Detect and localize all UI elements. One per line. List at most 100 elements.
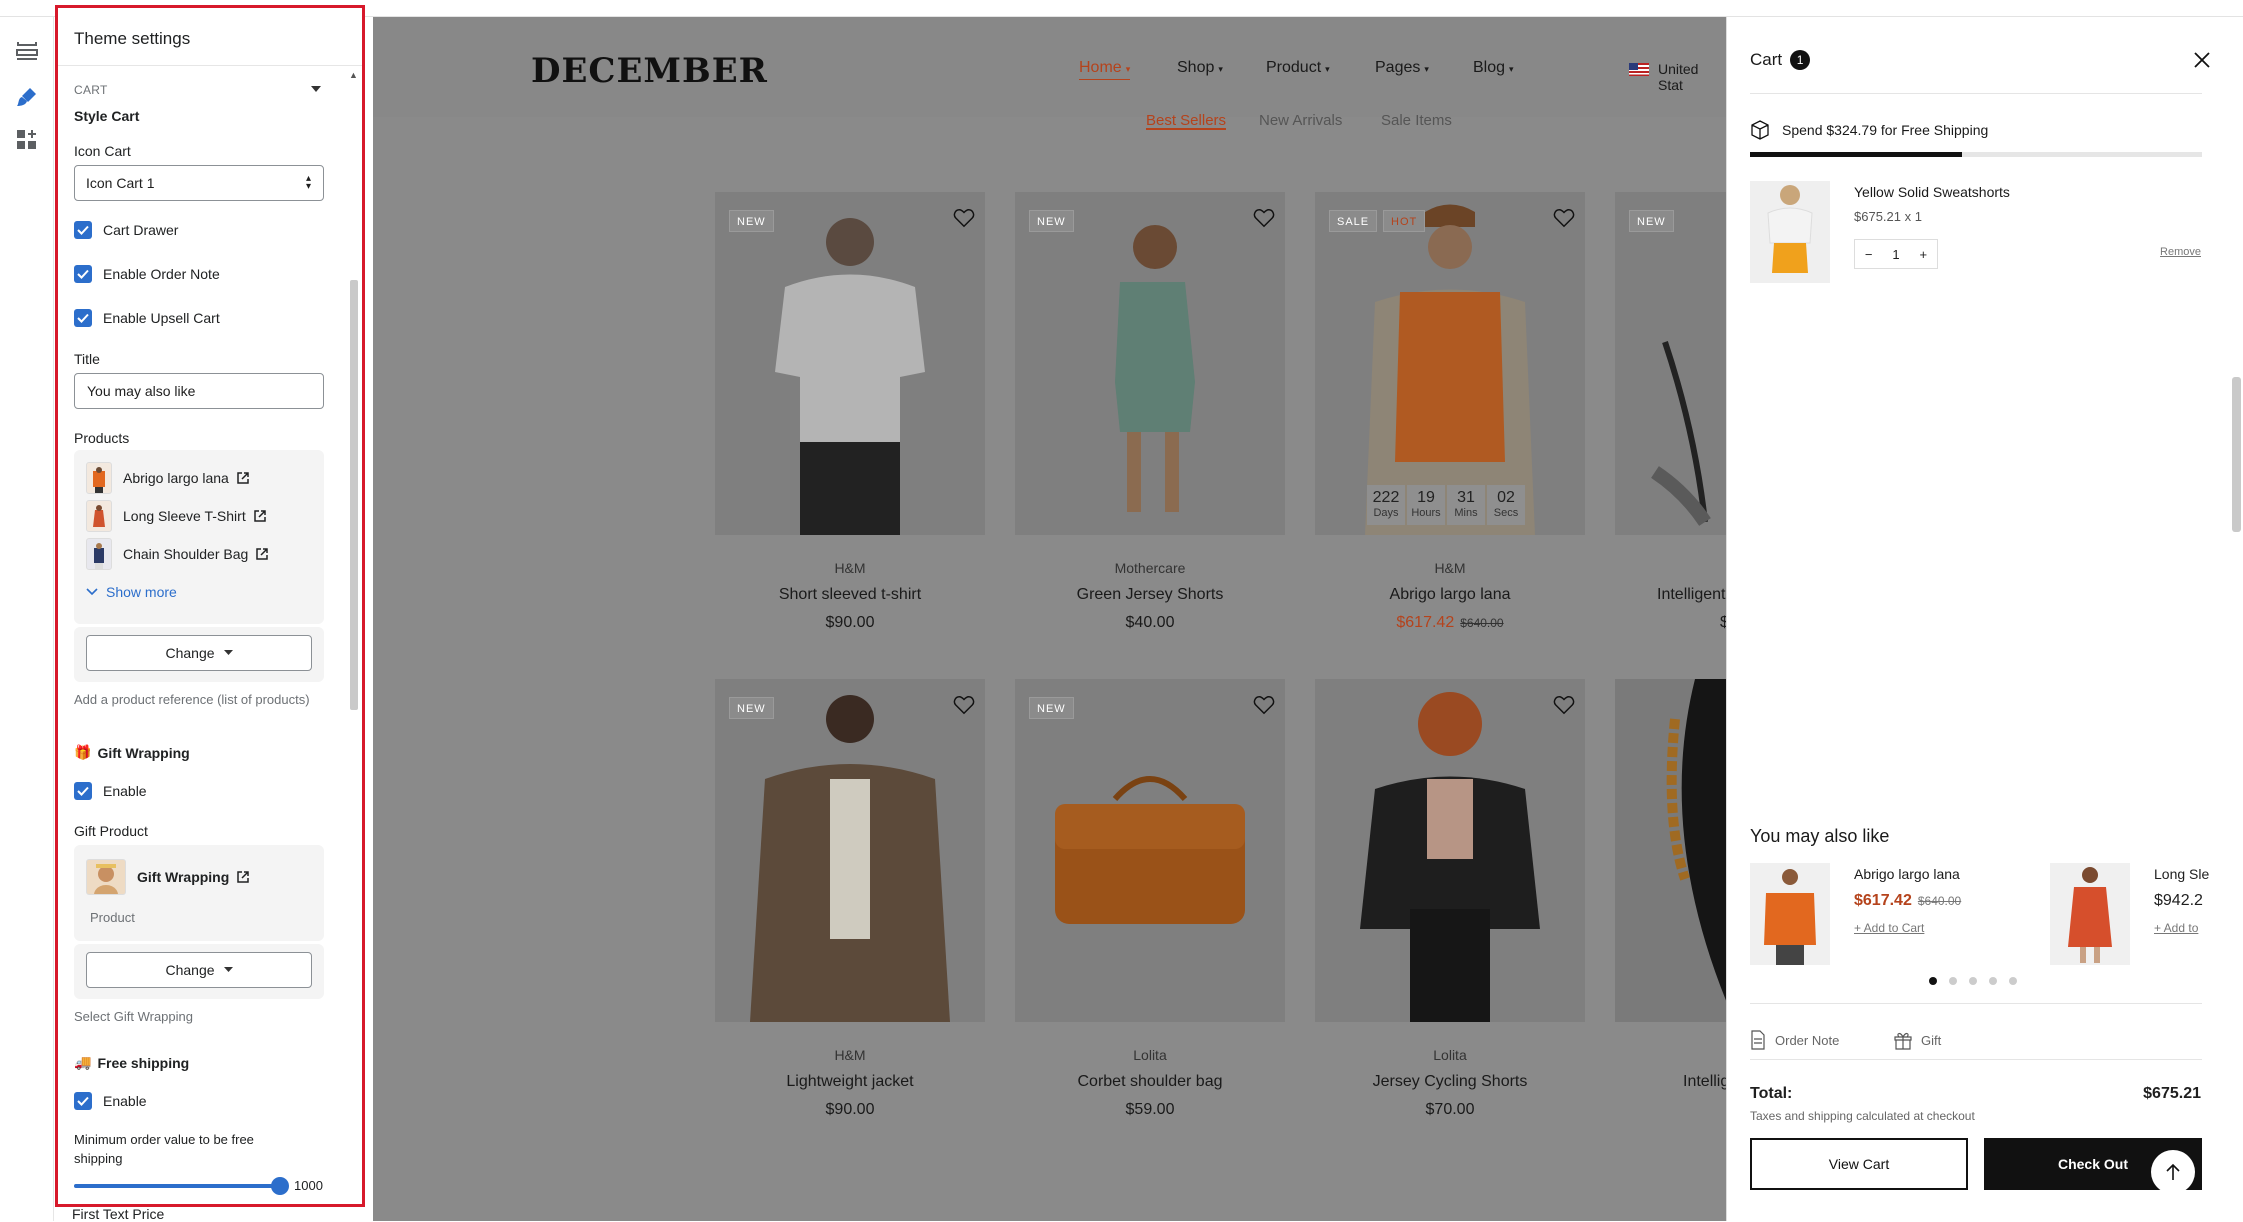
- product-image[interactable]: [1315, 679, 1585, 1022]
- heart-icon[interactable]: [953, 207, 975, 229]
- check-icon: [74, 309, 92, 327]
- upsell-add-to-cart[interactable]: + Add to: [2154, 921, 2243, 935]
- product-image[interactable]: NEW: [715, 192, 985, 535]
- product-item[interactable]: Abrigo largo lana: [86, 462, 249, 494]
- external-link-icon[interactable]: [237, 871, 250, 883]
- chevron-down-icon: [86, 588, 98, 596]
- nav-shop[interactable]: Shop ▾: [1177, 59, 1223, 77]
- upsell-add-to-cart[interactable]: + Add to Cart: [1854, 921, 1924, 935]
- product-name[interactable]: Abrigo largo lana: [1315, 586, 1585, 604]
- product-name[interactable]: Jersey Cycling Shorts: [1315, 1073, 1585, 1091]
- carousel-dot[interactable]: [2009, 977, 2017, 985]
- carousel-dot[interactable]: [1989, 977, 1997, 985]
- remove-link[interactable]: Remove: [2160, 246, 2201, 258]
- nav-home[interactable]: Home ▾: [1079, 59, 1131, 80]
- cart-item-name[interactable]: Yellow Solid Sweatshorts: [1854, 184, 2010, 200]
- section-label-cart[interactable]: CART: [74, 83, 108, 97]
- external-link-icon[interactable]: [253, 510, 266, 522]
- order-note-button[interactable]: Order Note: [1750, 1030, 1839, 1050]
- drawer-scrollbar[interactable]: [2232, 377, 2241, 532]
- close-icon[interactable]: [2191, 49, 2213, 71]
- scroll-up-icon[interactable]: ▲: [349, 70, 358, 80]
- nav-blog[interactable]: Blog ▾: [1473, 59, 1514, 77]
- slider-handle[interactable]: [271, 1177, 289, 1195]
- tab-new-arrivals[interactable]: New Arrivals: [1259, 112, 1342, 130]
- product-image[interactable]: NEW: [715, 679, 985, 1022]
- us-flag-icon: [1629, 63, 1649, 76]
- upsell-product-image[interactable]: [2050, 863, 2130, 965]
- product-price: $: [1720, 614, 1726, 631]
- panel-scrollbar[interactable]: ▲: [348, 66, 360, 1204]
- nav-blog-label: Blog: [1473, 59, 1506, 76]
- store-logo[interactable]: DECEMBER: [531, 51, 768, 91]
- first-text-price-label: First Text Price: [72, 1206, 165, 1222]
- product-image[interactable]: NEW: [1015, 679, 1285, 1022]
- heart-icon[interactable]: [1253, 207, 1275, 229]
- cart-drawer-checkbox[interactable]: Cart Drawer: [74, 221, 178, 239]
- nav-pages[interactable]: Pages ▾: [1375, 59, 1429, 77]
- title-input[interactable]: You may also like: [74, 373, 324, 409]
- badge-sale: SALE: [1329, 210, 1378, 232]
- free-shipping-enable-checkbox[interactable]: Enable: [74, 1092, 147, 1110]
- order-note-checkbox[interactable]: Enable Order Note: [74, 265, 220, 283]
- scroll-thumb[interactable]: [350, 280, 358, 710]
- carousel-dot[interactable]: [1969, 977, 1977, 985]
- carousel-dot[interactable]: [1949, 977, 1957, 985]
- nav-product[interactable]: Product ▾: [1266, 59, 1330, 77]
- gift-button[interactable]: Gift: [1893, 1030, 1941, 1050]
- change-products-button[interactable]: Change: [86, 635, 312, 671]
- minus-icon[interactable]: −: [1865, 247, 1873, 262]
- quantity-value[interactable]: 1: [1892, 247, 1899, 262]
- show-more-link[interactable]: Show more: [86, 584, 177, 600]
- product-name[interactable]: Lightweight jacket: [715, 1073, 985, 1091]
- view-cart-button[interactable]: View Cart: [1750, 1138, 1968, 1190]
- cart-item-image[interactable]: [1750, 181, 1830, 283]
- back-to-top-button[interactable]: [2151, 1150, 2195, 1194]
- product-image[interactable]: NEW: [1615, 192, 1726, 535]
- countdown-value: 31: [1457, 489, 1475, 506]
- gift-product-item[interactable]: Gift Wrapping: [86, 859, 250, 895]
- tax-note: Taxes and shipping calculated at checkou…: [1750, 1109, 1975, 1123]
- plus-icon[interactable]: +: [1919, 247, 1927, 262]
- icon-cart-select[interactable]: Icon Cart 1 ▴ ▾: [74, 165, 324, 201]
- heart-icon[interactable]: [1253, 694, 1275, 716]
- product-image[interactable]: NEW: [1015, 192, 1285, 535]
- product-image[interactable]: [1615, 679, 1726, 1022]
- gift-product-thumbnail: [86, 859, 126, 895]
- product-name[interactable]: Short sleeved t-shirt: [715, 586, 985, 604]
- apps-icon[interactable]: [14, 127, 40, 153]
- external-link-icon[interactable]: [256, 548, 269, 560]
- upsell-product-name[interactable]: Abrigo largo lana: [1854, 866, 1960, 882]
- country-selector[interactable]: United Stat: [1658, 61, 1726, 93]
- upsell-product-name[interactable]: Long Sle: [2154, 866, 2243, 882]
- min-order-slider[interactable]: [74, 1177, 289, 1195]
- product-item[interactable]: Chain Shoulder Bag: [86, 538, 269, 570]
- badge-new: NEW: [1029, 210, 1074, 232]
- sections-icon[interactable]: [14, 39, 40, 65]
- external-link-icon[interactable]: [237, 472, 249, 484]
- chevron-down-icon: ▾: [1125, 64, 1131, 74]
- caret-down-icon: [223, 967, 233, 972]
- product-name[interactable]: Green Jersey Shorts: [1015, 586, 1285, 604]
- upsell-sale-price: $617.42: [1854, 892, 1912, 909]
- theme-settings-brush-icon[interactable]: [14, 84, 40, 110]
- product-name[interactable]: Corbet shoulder bag: [1015, 1073, 1285, 1091]
- chevron-down-icon: ▾: [1218, 64, 1223, 74]
- product-brand: Lolita: [1433, 1047, 1467, 1063]
- product-item[interactable]: Long Sleeve T-Shirt: [86, 500, 266, 532]
- upsell-product-image[interactable]: [1750, 863, 1830, 965]
- heart-icon[interactable]: [953, 694, 975, 716]
- carousel-dot[interactable]: [1929, 977, 1937, 985]
- change-gift-button[interactable]: Change: [86, 952, 312, 988]
- product-name[interactable]: Intellig: [1615, 1073, 1726, 1091]
- gift-enable-checkbox[interactable]: Enable: [74, 782, 147, 800]
- heart-icon[interactable]: [1553, 207, 1575, 229]
- tab-sale-items[interactable]: Sale Items: [1381, 112, 1452, 130]
- tab-best-sellers[interactable]: Best Sellers: [1146, 112, 1227, 130]
- collapse-caret-icon[interactable]: [311, 86, 321, 93]
- heart-icon[interactable]: [1553, 694, 1575, 716]
- order-note-label: Enable Order Note: [103, 266, 220, 282]
- upsell-cart-checkbox[interactable]: Enable Upsell Cart: [74, 309, 220, 327]
- product-image[interactable]: SALE HOT 222 Days 19 Hours 31 Mins 02 Secs: [1315, 192, 1585, 535]
- product-name[interactable]: Intelligent: [1615, 586, 1726, 604]
